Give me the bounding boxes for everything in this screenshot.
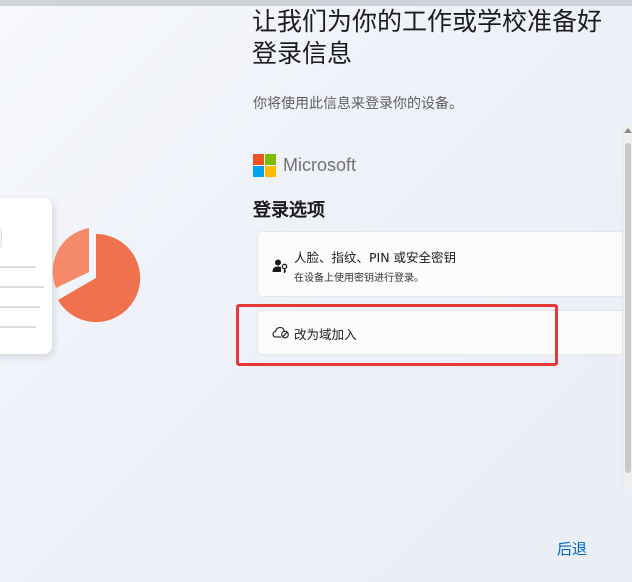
clipboard-clip [0, 228, 2, 248]
option-title: 人脸、指纹、PIN 或安全密钥 [294, 250, 457, 265]
scroll-thumb[interactable] [625, 143, 631, 473]
illustration [0, 160, 170, 380]
page-title: 让我们为你的工作或学校准备好登录信息 [252, 7, 603, 68]
clipboard-illustration [0, 198, 52, 354]
highlight-box [236, 304, 558, 366]
microsoft-logo-icon [253, 154, 276, 177]
clipboard-line [0, 266, 36, 268]
clipboard-line [0, 326, 36, 328]
back-button[interactable]: 后退 [548, 534, 596, 562]
person-key-icon [272, 259, 288, 273]
main-panel: 让我们为你的工作或学校准备好登录信息 你将使用此信息来登录你的设备。 Micro… [252, 0, 632, 582]
scrollbar[interactable] [622, 125, 632, 489]
page-subtitle: 你将使用此信息来登录你的设备。 [253, 96, 463, 112]
brand-name: Microsoft [283, 155, 357, 175]
option-security-key[interactable]: 人脸、指纹、PIN 或安全密钥 在设备上使用密钥进行登录。 [257, 231, 629, 297]
microsoft-logo: Microsoft [253, 154, 356, 177]
clipboard-line [0, 286, 44, 288]
option-description: 在设备上使用密钥进行登录。 [294, 273, 424, 284]
clipboard-line [0, 306, 40, 308]
pie-chart-icon [52, 228, 141, 322]
scroll-up-icon[interactable] [624, 128, 632, 133]
section-title: 登录选项 [253, 200, 325, 221]
